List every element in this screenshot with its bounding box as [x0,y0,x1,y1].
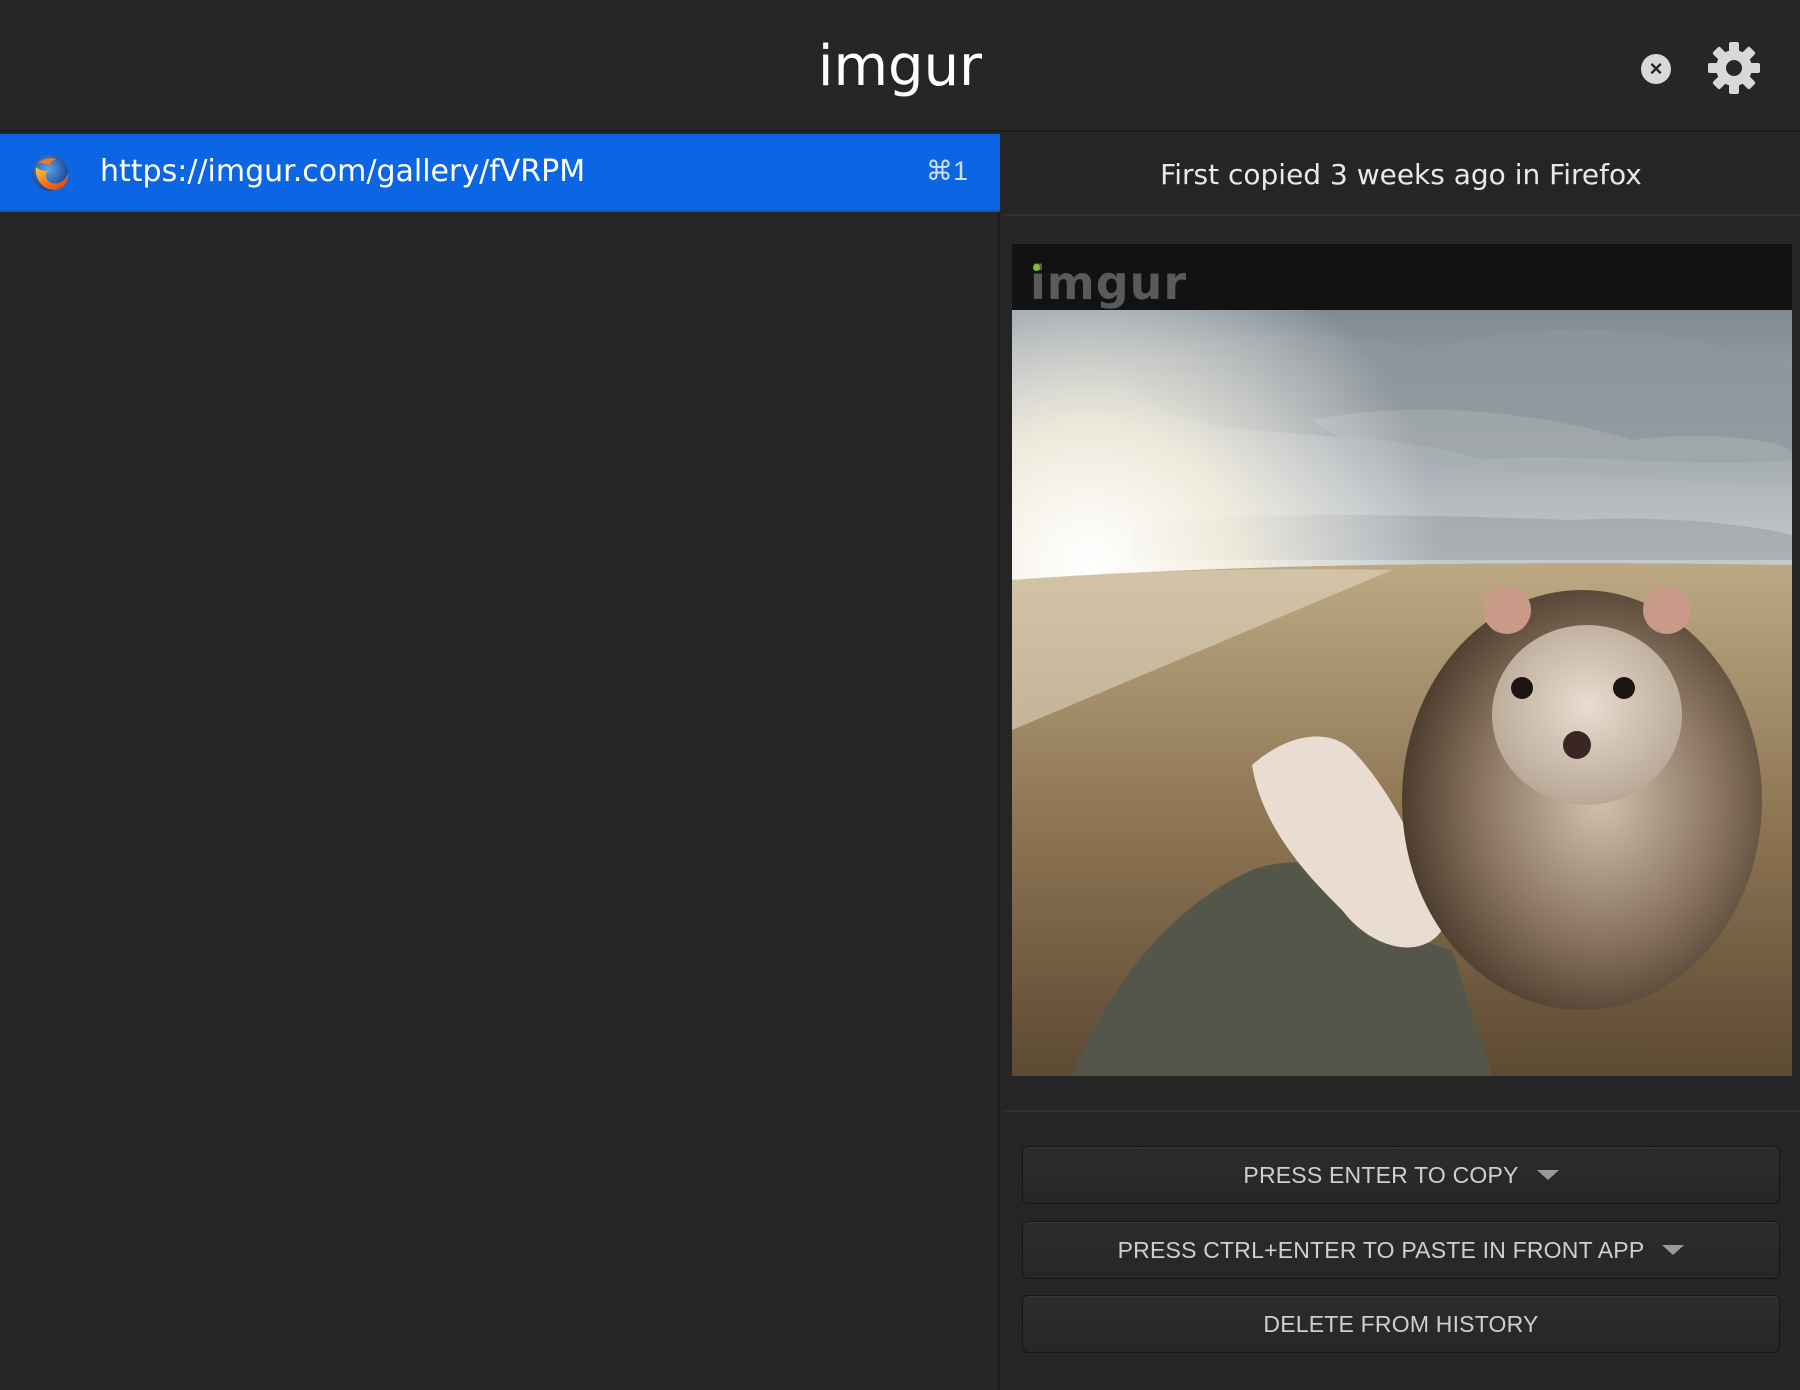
list-item-text: https://imgur.com/gallery/fVRPM [100,154,586,189]
preview-header-bar: imgur [1012,244,1792,310]
paste-button-label: PRESS CTRL+ENTER TO PASTE IN FRONT APP [1117,1236,1645,1263]
settings-button[interactable] [1706,40,1762,96]
logo-dot [1033,264,1040,271]
close-circle-icon: × [1649,56,1663,81]
chevron-down-icon[interactable] [1662,1245,1685,1255]
copy-button[interactable]: PRESS ENTER TO COPY [1022,1146,1780,1204]
imgur-logo: imgur [1030,256,1188,310]
firefox-icon [32,155,69,191]
clipboard-manager-window: × [0,0,1800,1390]
header-bar: × [0,0,1800,132]
list-item[interactable]: https://imgur.com/gallery/fVRPM ⌘1 [0,134,1000,212]
search-input[interactable] [550,21,1250,111]
delete-button[interactable]: DELETE FROM HISTORY [1022,1295,1780,1353]
image-preview: imgur [1012,244,1792,1076]
paste-button[interactable]: PRESS CTRL+ENTER TO PASTE IN FRONT APP [1022,1221,1780,1279]
delete-button-label: DELETE FROM HISTORY [1263,1310,1539,1337]
clear-search-button[interactable]: × [1641,54,1671,84]
detail-divider [1002,1110,1800,1112]
hedgehog-photo [1012,310,1792,1076]
gear-icon [1708,42,1760,94]
copy-info-text: First copied 3 weeks ago in Firefox [1002,134,1800,216]
copy-button-label: PRESS ENTER TO COPY [1243,1161,1519,1188]
chevron-down-icon[interactable] [1536,1170,1559,1180]
search-container [0,0,1800,132]
detail-panel: First copied 3 weeks ago in Firefox imgu… [1002,134,1800,1390]
shortcut-label: ⌘1 [925,156,968,186]
history-list: https://imgur.com/gallery/fVRPM ⌘1 [0,134,1000,1390]
